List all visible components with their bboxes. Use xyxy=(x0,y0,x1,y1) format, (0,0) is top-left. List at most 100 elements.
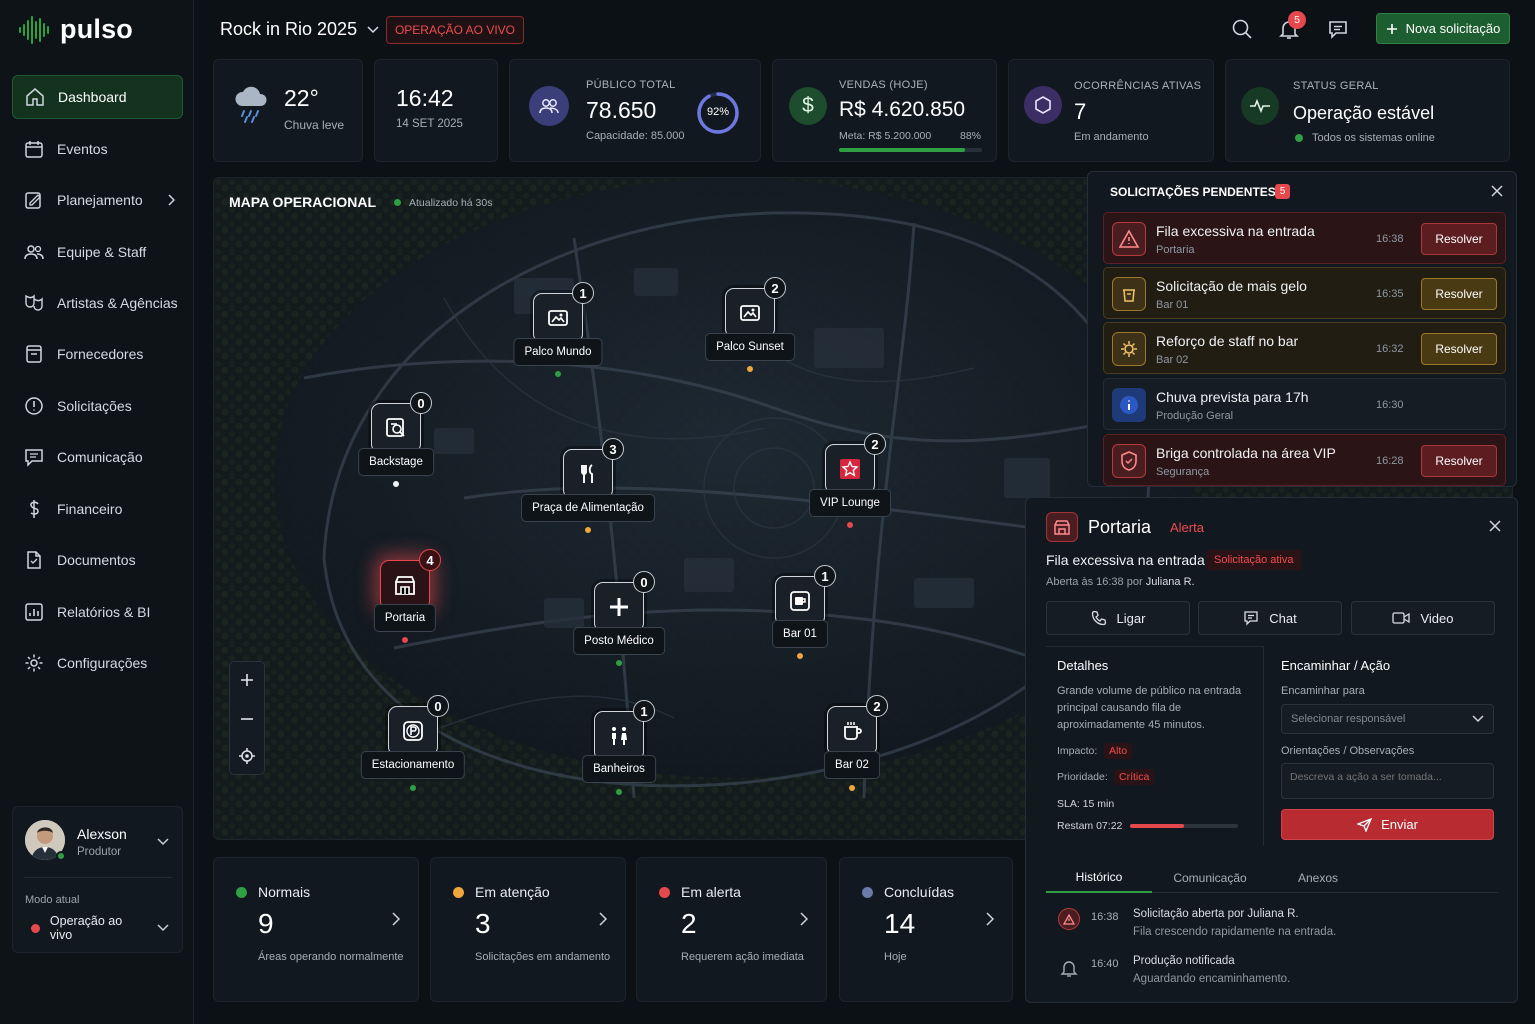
calendar-icon xyxy=(24,139,44,159)
sidebar-item-fornecedores[interactable]: Fornecedores xyxy=(12,332,183,376)
pin-label: Bar 02 xyxy=(824,751,880,779)
sidebar-item-eventos[interactable]: Eventos xyxy=(12,127,183,171)
sidebar-item-documentos[interactable]: Documentos xyxy=(12,538,183,582)
pin-status-dot xyxy=(410,785,416,791)
request-title: Solicitação de mais gelo xyxy=(1156,278,1307,294)
sidebar-item-equipe-staff[interactable]: Equipe & Staff xyxy=(12,230,183,274)
chat-icon xyxy=(1244,611,1258,626)
close-icon[interactable] xyxy=(1489,520,1501,532)
chevron-down-icon xyxy=(157,924,169,932)
video-icon xyxy=(1392,612,1411,624)
summary-value: 3 xyxy=(475,908,491,939)
gate-icon xyxy=(1046,512,1078,542)
brand-name: pulso xyxy=(60,14,133,44)
request-time: 16:28 xyxy=(1376,455,1404,467)
request-title: Reforço de staff no bar xyxy=(1156,333,1299,349)
new-request-label: Nova solicitação xyxy=(1405,21,1501,36)
request-source: Portaria xyxy=(1156,244,1195,256)
zoom-in-icon[interactable] xyxy=(240,673,254,687)
priority-value: Crítica xyxy=(1114,769,1155,785)
sidebar-item-comunicacao[interactable]: Comunicação xyxy=(12,435,183,479)
pending-request-item[interactable]: Reforço de staff no bar Bar 02 16:32 Resolv… xyxy=(1103,322,1506,374)
chat-button[interactable]: Chat xyxy=(1198,601,1342,635)
chevron-down-icon[interactable] xyxy=(157,837,169,847)
notes-label: Orientações / Observações xyxy=(1281,745,1415,757)
forward-placeholder: Selecionar responsável xyxy=(1291,713,1406,725)
forward-select[interactable]: Selecionar responsável xyxy=(1281,704,1494,734)
summary-sub: Áreas operando normalmente xyxy=(258,951,404,963)
request-source: Bar 02 xyxy=(1156,354,1189,366)
pin-status-dot xyxy=(555,371,561,377)
resolve-button[interactable]: Resolver xyxy=(1421,278,1497,310)
tab-attachments[interactable]: Anexos xyxy=(1275,862,1361,893)
message-icon[interactable] xyxy=(1327,18,1349,40)
opened-by: Juliana R. xyxy=(1145,576,1195,588)
sales-percent: 88% xyxy=(960,130,982,142)
zoom-out-icon[interactable] xyxy=(240,712,254,726)
live-badge: OPERAÇÃO AO VIVO xyxy=(386,16,524,44)
logo[interactable]: pulso xyxy=(18,14,133,45)
pin-count-badge: 1 xyxy=(633,700,655,722)
summary-sub: Solicitações em andamento xyxy=(475,951,611,963)
notes-field[interactable] xyxy=(1281,763,1494,799)
sidebar-item-solicitacoes[interactable]: Solicitações xyxy=(12,384,183,428)
sidebar-item-label: Solicitações xyxy=(57,398,132,414)
user-role: Produtor xyxy=(77,846,122,858)
pending-request-item[interactable]: Solicitação de mais gelo Bar 01 16:35 Resol… xyxy=(1103,267,1506,319)
audience-capacity: Capacidade: 85.000 xyxy=(586,130,685,142)
pin-count-badge: 3 xyxy=(602,438,624,460)
pin-status-dot xyxy=(849,785,855,791)
pending-request-item[interactable]: Fila excessiva na entrada Portaria 16:38 Re… xyxy=(1103,212,1506,264)
status-sub: Todos os sistemas online xyxy=(1312,132,1435,144)
locate-icon[interactable] xyxy=(239,748,255,764)
sales-value: R$ 4.620.850 xyxy=(839,98,966,121)
summary-card-em-atencao[interactable]: Em atenção 3 Solicitações em andamento xyxy=(430,857,626,1002)
staff-gear-icon xyxy=(1112,332,1146,366)
sidebar-item-planejamento[interactable]: Planejamento xyxy=(12,178,183,222)
dollar-icon xyxy=(24,499,44,519)
pin-status-dot xyxy=(747,366,753,372)
status-value: Operação estável xyxy=(1293,103,1435,123)
chevron-down-icon xyxy=(1472,715,1484,723)
history-sub: Aguardando encaminhamento. xyxy=(1133,973,1291,985)
summary-card-normais[interactable]: Normais 9 Áreas operando normalmente xyxy=(213,857,419,1002)
summary-card-em-alerta[interactable]: Em alerta 2 Requerem ação imediata xyxy=(636,857,827,1002)
phone-icon xyxy=(1091,610,1106,626)
search-icon[interactable] xyxy=(1231,18,1253,40)
sidebar-item-artistas-agencias[interactable]: Artistas & Agências xyxy=(12,281,183,325)
call-button[interactable]: Ligar xyxy=(1046,601,1190,635)
plus-icon xyxy=(1386,23,1397,34)
event-selector[interactable]: Rock in Rio 2025 xyxy=(220,19,379,40)
sidebar-item-relatorios-bi[interactable]: Relatórios & BI xyxy=(12,590,183,634)
tab-communication[interactable]: Comunicação xyxy=(1160,862,1260,893)
sidebar-item-configuracoes[interactable]: Configurações xyxy=(12,641,183,685)
user-name: Alexson xyxy=(77,826,127,842)
send-button[interactable]: Enviar xyxy=(1281,809,1494,840)
resolve-button[interactable]: Resolver xyxy=(1421,333,1497,365)
pin-count-badge: 1 xyxy=(814,565,836,587)
history-title: Produção notificada xyxy=(1133,955,1235,967)
ice-bucket-icon xyxy=(1112,277,1146,311)
resolve-button[interactable]: Resolver xyxy=(1421,445,1497,477)
close-icon[interactable] xyxy=(1491,185,1503,197)
pin-status-dot xyxy=(393,481,399,487)
tab-history[interactable]: Histórico xyxy=(1046,862,1152,893)
sidebar-item-financeiro[interactable]: Financeiro xyxy=(12,487,183,531)
sales-progress-track xyxy=(839,148,982,152)
home-icon xyxy=(25,87,45,107)
sla-track xyxy=(1130,824,1238,828)
request-time: 16:30 xyxy=(1376,399,1404,411)
sales-label: VENDAS (HOJE) xyxy=(839,79,928,91)
summary-card-concluidas[interactable]: Concluídas 14 Hoje xyxy=(839,857,1013,1002)
new-request-button[interactable]: Nova solicitação xyxy=(1376,13,1510,44)
sidebar-item-label: Documentos xyxy=(57,552,136,568)
resolve-button[interactable]: Resolver xyxy=(1421,223,1497,255)
sidebar-item-dashboard[interactable]: Dashboard xyxy=(12,75,183,119)
request-title: Chuva prevista para 17h xyxy=(1156,389,1309,405)
pin-status-dot xyxy=(847,522,853,528)
pending-request-item[interactable]: Chuva prevista para 17h Produção Geral 16:… xyxy=(1103,378,1506,430)
alert-circle-icon xyxy=(24,396,44,416)
video-button[interactable]: Video xyxy=(1351,601,1495,635)
mode-selector[interactable]: Operação ao vivo xyxy=(25,914,175,942)
pending-request-item[interactable]: Briga controlada na área VIP Segurança 16:… xyxy=(1103,434,1506,486)
